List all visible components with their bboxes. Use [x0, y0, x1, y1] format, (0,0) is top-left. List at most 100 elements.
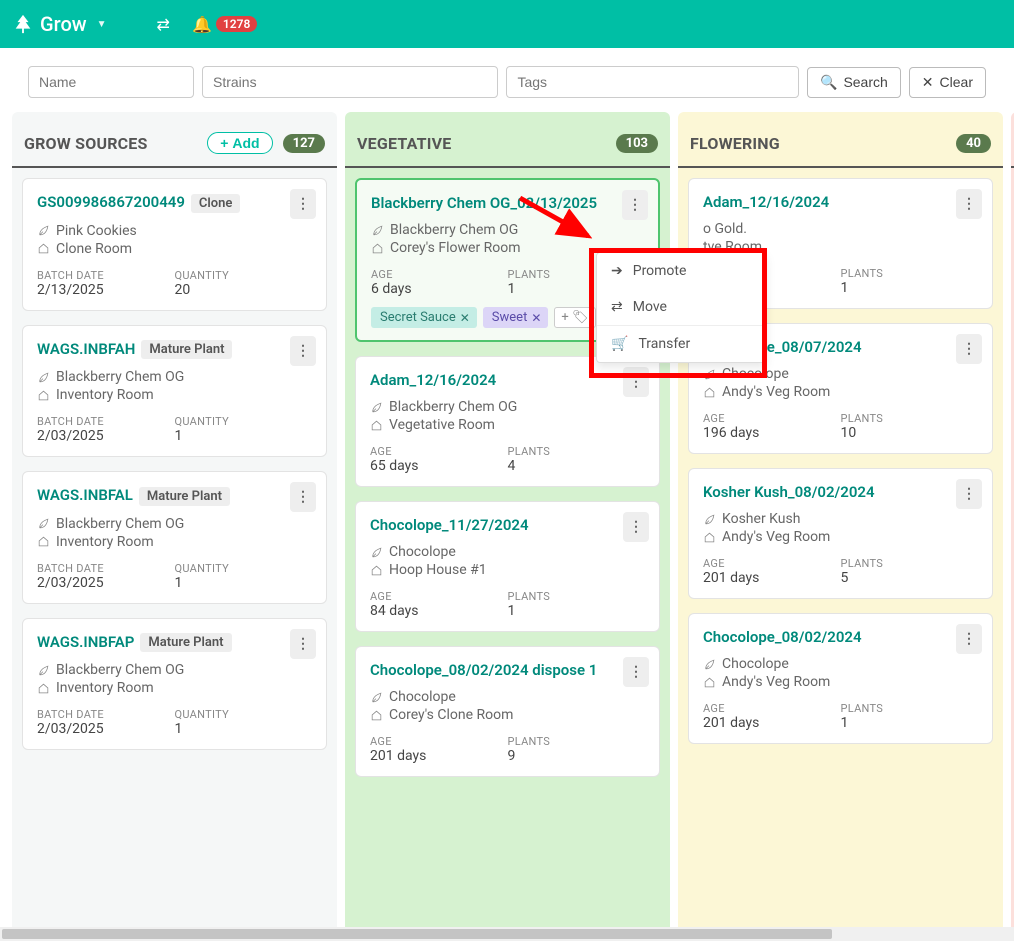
popover-transfer[interactable]: 🛒 Transfer [597, 326, 765, 362]
card-menu-button[interactable]: ⋮ [290, 482, 316, 512]
plus-icon: + [220, 135, 228, 151]
column-title: FLOWERING [690, 134, 956, 153]
card[interactable]: ⋮ WAGS.INBFAHMature Plant Blackberry Che… [22, 325, 327, 458]
strain-row: Blackberry Chem OG [37, 516, 312, 532]
card[interactable]: ⋮ Adam_12/16/2024 Blackberry Chem OGVege… [355, 356, 660, 487]
column-flowering: FLOWERING 40 ⋮ Adam_12/16/2024 o Gold.tv… [678, 112, 1003, 932]
card-menu-button[interactable]: ⋮ [956, 479, 982, 509]
card[interactable]: ⋮ Chocolope_11/27/2024 Chocolope Hoop Hou… [355, 501, 660, 632]
stat-1: AGE6 days [371, 268, 508, 297]
room-row: Hoop House #1 [370, 562, 645, 578]
swap-icon: ⇄ [611, 299, 623, 315]
card[interactable]: ⋮ GS009986867200449Clone Pink Cookies Clo… [22, 178, 327, 311]
card-title: Adam_12/16/2024 [370, 371, 645, 389]
popover-move[interactable]: ⇄ Move [597, 289, 765, 325]
horizontal-scrollbar[interactable] [0, 927, 1014, 941]
stat-1: AGE201 days [703, 557, 841, 586]
card[interactable]: ⋮ Chocolope_08/02/2024 dispose 1 Chocolo… [355, 646, 660, 777]
brand[interactable]: Grow ▼ [12, 12, 107, 36]
stat-2: PLANTS4 [508, 445, 646, 474]
stat-1: BATCH DATE2/13/2025 [37, 269, 175, 298]
room-row: Inventory Room [37, 534, 312, 550]
tag[interactable]: Secret Sauce✕ [371, 307, 477, 328]
stat-2: PLANTS9 [508, 735, 646, 764]
room-row: Andy's Veg Room [703, 674, 978, 690]
card-menu-button[interactable]: ⋮ [956, 334, 982, 364]
card-title: GS009986867200449Clone [37, 193, 312, 213]
notifications[interactable]: 🔔 1278 [192, 15, 257, 34]
room-row: Andy's Veg Room [703, 384, 978, 400]
tag[interactable]: Sweet✕ [483, 307, 549, 328]
card-menu-button[interactable]: ⋮ [290, 336, 316, 366]
popover-promote[interactable]: ➔ Promote [597, 253, 765, 289]
cart-icon: 🛒 [611, 336, 628, 352]
strain-row: Pink Cookies [37, 223, 312, 239]
stat-1: AGE201 days [370, 735, 508, 764]
stat-2: PLANTS1 [841, 267, 979, 296]
caret-down-icon: ▼ [97, 19, 107, 30]
strain-row: Kosher Kush [703, 511, 978, 527]
strain-row: Chocolope [703, 366, 978, 382]
type-chip: Clone [191, 194, 241, 213]
strain-row: Blackberry Chem OG [37, 369, 312, 385]
card-menu-button[interactable]: ⋮ [290, 189, 316, 219]
card[interactable]: ⋮ Kosher Kush_08/02/2024 Kosher KushAndy… [688, 468, 993, 599]
card-title: WAGS.INBFAHMature Plant [37, 340, 312, 360]
strains-filter-input[interactable] [202, 66, 498, 98]
swap-icon[interactable]: ⇄ [157, 15, 170, 34]
type-chip: Mature Plant [141, 340, 232, 359]
add-button[interactable]: + Add [207, 132, 272, 154]
type-chip: Mature Plant [140, 633, 231, 652]
stat-2: PLANTS10 [841, 412, 979, 441]
stat-2: QUANTITY1 [175, 562, 313, 591]
card[interactable]: ⋮ WAGS.INBFALMature Plant Blackberry Che… [22, 471, 327, 604]
strain-row: Blackberry Chem OG [371, 222, 644, 238]
card-menu-button[interactable]: ⋮ [623, 367, 649, 397]
room-row: Vegetative Room [370, 417, 645, 433]
card-title: WAGS.INBFALMature Plant [37, 486, 312, 506]
brand-label: Grow [40, 12, 87, 36]
clear-button[interactable]: ✕ Clear [909, 67, 986, 98]
stat-2: QUANTITY1 [175, 415, 313, 444]
card[interactable]: ⋮ Chocolope_08/02/2024 ChocolopeAndy's V… [688, 613, 993, 744]
topbar: Grow ▼ ⇄ 🔔 1278 [0, 0, 1014, 48]
stat-1: AGE65 days [370, 445, 508, 474]
card-menu-button[interactable]: ⋮ [956, 624, 982, 654]
column-title: VEGETATIVE [357, 134, 616, 153]
search-button[interactable]: 🔍 Search [807, 67, 901, 98]
card[interactable]: ⋮ WAGS.INBFAPMature Plant Blackberry Che… [22, 618, 327, 751]
card-menu-button[interactable]: ⋮ [290, 629, 316, 659]
remove-tag-icon[interactable]: ✕ [460, 311, 470, 325]
stat-2: PLANTS5 [841, 557, 979, 586]
add-tag-button[interactable]: + 🏷 [554, 307, 595, 328]
room-row: Andy's Veg Room [703, 529, 978, 545]
x-icon: ✕ [922, 74, 934, 91]
stat-1: BATCH DATE2/03/2025 [37, 708, 175, 737]
card-title: Chocolope_11/27/2024 [370, 516, 645, 534]
scrollbar-thumb[interactable] [2, 929, 832, 939]
tags-filter-input[interactable] [506, 66, 799, 98]
board: GROW SOURCES + Add 127 ⋮ GS0099868672004… [0, 112, 1014, 932]
card-menu-button[interactable]: ⋮ [622, 190, 648, 220]
remove-tag-icon[interactable]: ✕ [531, 311, 541, 325]
stat-2: PLANTS1 [841, 702, 979, 731]
room-row: Corey's Clone Room [370, 707, 645, 723]
name-filter-input[interactable] [28, 66, 194, 98]
card-menu-button[interactable]: ⋮ [623, 657, 649, 687]
count-badge: 103 [616, 134, 658, 153]
stat-1: AGE196 days [703, 412, 841, 441]
stat-2: QUANTITY1 [175, 708, 313, 737]
column-title: GROW SOURCES [24, 134, 207, 153]
card-menu-button[interactable]: ⋮ [623, 512, 649, 542]
type-chip: Mature Plant [139, 487, 230, 506]
stat-1: BATCH DATE2/03/2025 [37, 562, 175, 591]
card-actions-popover: ➔ Promote ⇄ Move 🛒 Transfer [596, 252, 766, 363]
room-row: Clone Room [37, 241, 312, 257]
stat-1: AGE201 days [703, 702, 841, 731]
room-row: Inventory Room [37, 387, 312, 403]
strain-row: o Gold. [703, 221, 978, 237]
strain-row: Chocolope [370, 544, 645, 560]
strain-row: Chocolope [703, 656, 978, 672]
card-menu-button[interactable]: ⋮ [956, 189, 982, 219]
room-row: Inventory Room [37, 680, 312, 696]
